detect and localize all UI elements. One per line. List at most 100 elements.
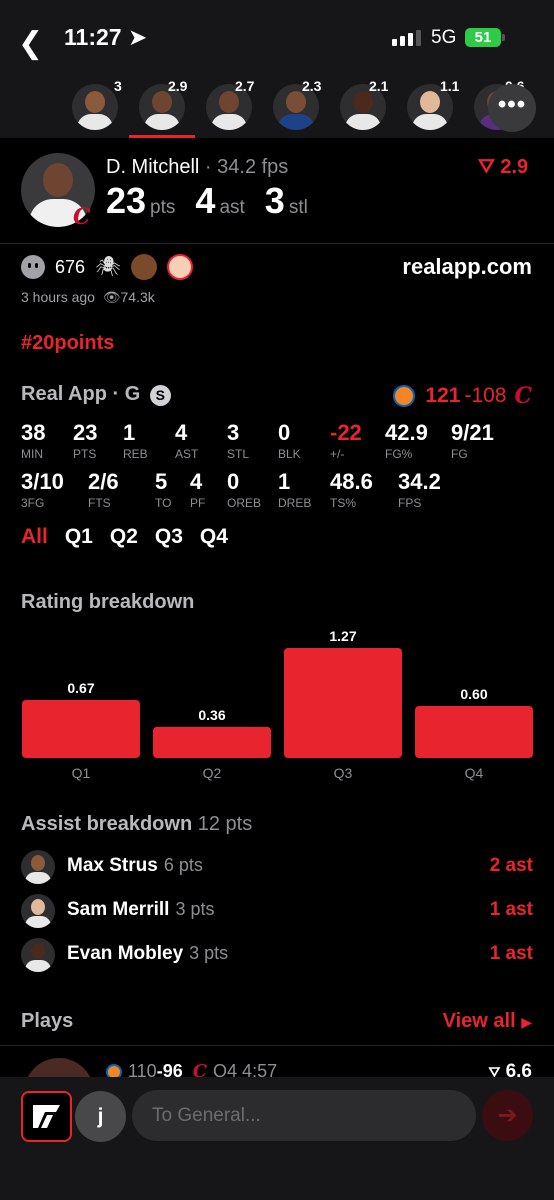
assist-row[interactable]: Evan Mobley 3 pts 1 ast: [21, 937, 533, 973]
reaction-face-icon[interactable]: [21, 255, 45, 279]
pts-value: 23: [106, 180, 147, 221]
stat-label: TS%: [330, 496, 357, 510]
assist-player-pts: 3 pts: [189, 943, 229, 963]
tab-q3[interactable]: Q3: [155, 525, 183, 549]
stat-label: PF: [190, 496, 206, 510]
rating-breakdown-title: Rating breakdown: [21, 591, 195, 613]
bar-category-label: Q2: [203, 765, 222, 781]
player-name: D. Mitchell: [106, 156, 200, 178]
reaction-count: 676: [55, 256, 86, 277]
assist-count: 1 ast: [489, 899, 533, 920]
stat-to: 5 TO: [155, 469, 171, 510]
stat-pts: 23 PTS: [73, 420, 97, 461]
pts-label: pts: [150, 197, 176, 218]
stat-fts: 2/6 FTS: [88, 469, 119, 510]
bar-value-label: 0.67: [67, 680, 94, 696]
view-all-link[interactable]: View all ▶: [443, 1010, 532, 1033]
status-time: 11:27 ➤: [64, 24, 148, 50]
stat-label: DREB: [278, 496, 312, 510]
player-statline: 23 pts 4 ast 3 stl: [106, 180, 324, 222]
bar-q1: [22, 699, 140, 758]
stat-label: STL: [227, 447, 250, 461]
bar-q2: [153, 726, 271, 758]
stat-value: 48.6: [330, 469, 373, 494]
stat-value: 3: [227, 420, 240, 445]
stat-min: 38 MIN: [21, 420, 45, 461]
bar-value-label: 0.60: [460, 686, 487, 702]
score-away: -108: [464, 384, 507, 407]
stat-value: 4: [190, 469, 203, 494]
tab-all[interactable]: All: [21, 525, 48, 549]
stat-3fg: 3/10 3FG: [21, 469, 64, 510]
stat-value: 34.2: [398, 469, 441, 494]
stats-title: Real App · G S: [21, 383, 171, 406]
reactions-row: 676 🕷 ●: [21, 254, 194, 280]
stat-label: PTS: [73, 447, 97, 461]
player-thumb-rating: 1.1: [440, 78, 460, 94]
avatar: [21, 850, 55, 884]
assist-player-name: Sam Merrill: [67, 899, 170, 920]
message-input[interactable]: [132, 1090, 476, 1141]
back-chevron-icon[interactable]: ❮: [18, 26, 43, 61]
tab-q2[interactable]: Q2: [110, 525, 138, 549]
clown-icon[interactable]: [167, 254, 194, 280]
brand-link[interactable]: realapp.com: [402, 254, 532, 280]
stat-fg: 9/21 FG: [451, 420, 494, 461]
stat-pf: 4 PF: [190, 469, 205, 510]
stat-label: BLK: [278, 447, 301, 461]
tab-q1[interactable]: Q1: [65, 525, 93, 549]
stat-dreb: 1 DREB: [278, 469, 311, 510]
stat-value: 5: [155, 469, 168, 494]
user-avatar-button[interactable]: j: [75, 1091, 126, 1142]
player-thumb-rating: 2.1: [369, 78, 389, 94]
cavs-logo-icon: C: [514, 383, 532, 409]
bar-q3: [284, 648, 402, 758]
stat-label: FPS: [398, 496, 422, 510]
stl-label: stl: [288, 197, 308, 218]
divider: [0, 243, 554, 244]
time-ago: 3 hours ago: [21, 289, 95, 305]
assist-row[interactable]: Sam Merrill 3 pts 1 ast: [21, 893, 533, 929]
stat-label: FG%: [385, 447, 413, 461]
knicks-logo-icon: [393, 385, 416, 407]
eye-icon: 👁: [102, 289, 121, 305]
bar-value-label: 1.27: [329, 628, 356, 644]
assist-player-pts: 6 pts: [163, 855, 203, 875]
ast-label: ast: [219, 197, 245, 218]
player-thumb[interactable]: [72, 84, 118, 130]
stat-value: 1: [123, 420, 136, 445]
tab-q4[interactable]: Q4: [200, 525, 228, 549]
stat-: -22 +/-: [330, 420, 362, 461]
stat-fg: 42.9 FG%: [385, 420, 428, 461]
game-score[interactable]: 121 -108 C: [393, 383, 532, 409]
stat-value: -22: [330, 420, 362, 445]
stat-value: 1: [278, 469, 291, 494]
rating-breakdown-chart: 0.67 Q1 0.36 Q2 1.27 Q3 0.60 Q4: [22, 628, 533, 781]
stat-label: TO: [155, 496, 172, 510]
player-rating: ⛛ 2.9: [478, 156, 529, 178]
stat-value: 3/10: [21, 469, 64, 494]
app-logo-button[interactable]: [21, 1091, 72, 1142]
stat-value: 2/6: [88, 469, 119, 494]
hashtag-link[interactable]: #20points: [21, 332, 114, 355]
player-fps: · 34.2 fps: [204, 156, 289, 178]
caret-right-icon: ▶: [521, 1014, 532, 1030]
assist-row[interactable]: Max Strus 6 pts 2 ast: [21, 849, 533, 885]
bar-category-label: Q3: [334, 765, 353, 781]
stat-value: 42.9: [385, 420, 428, 445]
bar-value-label: 0.36: [198, 707, 225, 723]
stat-label: OREB: [227, 496, 262, 510]
stat-label: REB: [123, 447, 148, 461]
stat-reb: 1 REB: [123, 420, 148, 461]
assist-player-name: Evan Mobley: [67, 943, 184, 964]
stat-label: 3FG: [21, 496, 45, 510]
poop-icon[interactable]: ●: [131, 254, 158, 280]
more-options-icon[interactable]: •••: [488, 84, 536, 132]
team-logo-icon: C: [73, 204, 91, 230]
battery-tip: [502, 34, 505, 41]
spider-icon[interactable]: 🕷: [95, 254, 121, 280]
selected-indicator: [129, 135, 195, 138]
stat-label: FG: [451, 447, 468, 461]
stat-fps: 34.2 FPS: [398, 469, 441, 510]
send-arrow-icon[interactable]: ➔: [482, 1090, 533, 1141]
